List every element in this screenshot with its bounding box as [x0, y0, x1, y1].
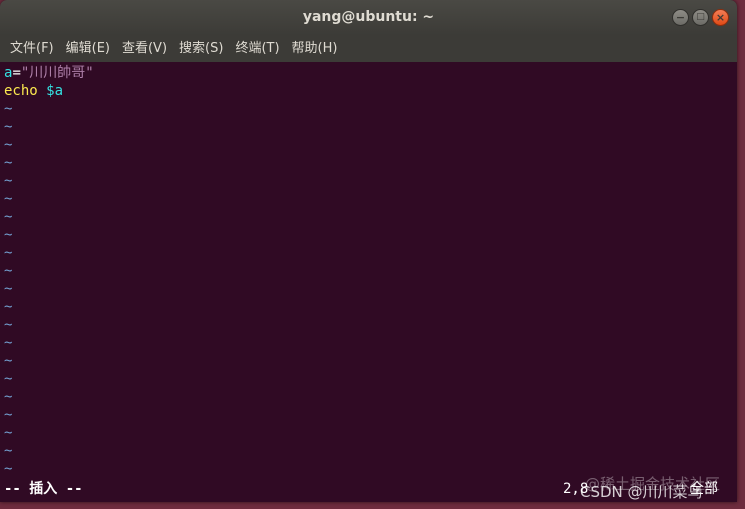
menu-view[interactable]: 查看(V): [116, 35, 173, 62]
empty-line-tilde: ~: [4, 389, 13, 405]
empty-line-tilde: ~: [4, 245, 13, 261]
empty-line-tilde: ~: [4, 371, 13, 387]
menu-file[interactable]: 文件(F): [4, 35, 60, 62]
empty-line-tilde: ~: [4, 209, 13, 225]
empty-line-tilde: ~: [4, 317, 13, 333]
empty-line-tilde: ~: [4, 335, 13, 351]
minimize-button[interactable]: −: [672, 9, 689, 26]
menu-search[interactable]: 搜索(S): [173, 35, 229, 62]
csdn-watermark: CSDN @川川菜鸟: [580, 483, 703, 501]
empty-line-tilde: ~: [4, 407, 13, 423]
empty-line-tilde: ~: [4, 155, 13, 171]
empty-line-tilde: ~: [4, 281, 13, 297]
variable-reference: $a: [46, 83, 64, 99]
empty-line-tilde: ~: [4, 191, 13, 207]
assign-operator: =: [12, 65, 21, 81]
empty-line-tilde: ~: [4, 227, 13, 243]
vim-mode-indicator: -- 插入 --: [4, 481, 83, 497]
echo-command: echo: [4, 83, 38, 99]
menu-help[interactable]: 帮助(H): [286, 35, 344, 62]
empty-line-tilde: ~: [4, 137, 13, 153]
empty-line-tilde: ~: [4, 425, 13, 441]
empty-line-tilde: ~: [4, 299, 13, 315]
empty-line-tilde: ~: [4, 461, 13, 477]
maximize-icon: □: [696, 12, 705, 22]
menu-terminal[interactable]: 终端(T): [229, 35, 285, 62]
menu-edit[interactable]: 编辑(E): [60, 35, 116, 62]
terminal-window: yang@ubuntu: ~ − □ × 文件(F) 编辑(E) 查看(V) 搜…: [0, 0, 737, 502]
editor-line-1: a="川川帥哥": [4, 64, 94, 82]
minimize-icon: −: [675, 11, 686, 24]
close-icon: ×: [715, 11, 726, 24]
empty-line-tilde: ~: [4, 173, 13, 189]
empty-line-tilde: ~: [4, 119, 13, 135]
window-title: yang@ubuntu: ~: [302, 9, 435, 25]
string-literal: "川川帥哥": [20, 65, 94, 81]
editor-line-2: echo $a: [4, 82, 63, 100]
menu-bar: 文件(F) 编辑(E) 查看(V) 搜索(S) 终端(T) 帮助(H): [0, 35, 737, 62]
empty-line-tilde: ~: [4, 443, 13, 459]
empty-line-tilde: ~: [4, 263, 13, 279]
title-bar[interactable]: yang@ubuntu: ~ − □ ×: [0, 0, 737, 35]
window-controls: − □ ×: [672, 9, 729, 26]
terminal-content[interactable]: a="川川帥哥" echo $a ~ ~ ~ ~ ~ ~ ~ ~ ~ ~ ~ ~…: [0, 62, 737, 502]
empty-line-tilde: ~: [4, 353, 13, 369]
maximize-button[interactable]: □: [692, 9, 709, 26]
empty-line-tilde: ~: [4, 101, 13, 117]
close-button[interactable]: ×: [712, 9, 729, 26]
